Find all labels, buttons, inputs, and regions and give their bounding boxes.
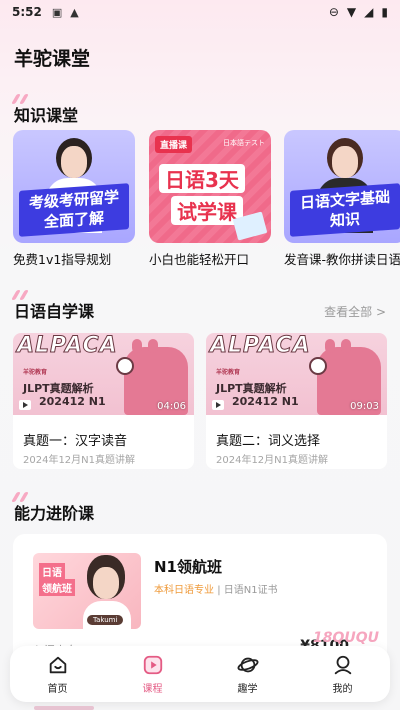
profile-icon bbox=[334, 655, 351, 674]
section-accent-icon bbox=[11, 290, 34, 300]
video-thumbnail[interactable]: ALPACA 羊驼教育 JLPT真题解析 202412 N1 04:06 bbox=[13, 333, 194, 415]
section-accent-icon bbox=[11, 94, 34, 104]
knowledge-card-label[interactable]: 小白也能轻松开口 bbox=[149, 249, 249, 268]
section-title-text: 日语自学课 bbox=[14, 302, 95, 321]
nav-item-course[interactable]: 课程 bbox=[105, 646, 200, 702]
knowledge-card-3[interactable]: 日语文字基础 知识 bbox=[284, 130, 400, 243]
nav-label: 首页 bbox=[47, 683, 68, 695]
nav-label: 课程 bbox=[142, 683, 163, 695]
thumb-text: 领航班 bbox=[39, 579, 75, 596]
warning-icon: ▲ bbox=[70, 5, 79, 19]
card-ribbon: 日语文字基础 知识 bbox=[290, 183, 400, 237]
card-small-text: 日本語テスト bbox=[223, 139, 265, 147]
course-name: N1领航班 bbox=[154, 558, 222, 576]
self-study-card-1[interactable]: ALPACA 羊驼教育 JLPT真题解析 202412 N1 04:06 真题一… bbox=[13, 333, 194, 469]
do-not-disturb-icon: ⊖ bbox=[328, 5, 339, 19]
home-indicator bbox=[34, 706, 94, 710]
thumb-subtitle: 202412 N1 bbox=[39, 395, 106, 408]
knowledge-card-label[interactable]: 发音课-教你拼读日语 bbox=[284, 249, 400, 268]
brand-text: ALPACA bbox=[210, 333, 311, 359]
card-big-text: 日语3天 bbox=[159, 164, 245, 193]
nav-label: 我的 bbox=[332, 683, 353, 695]
nav-label: 趣学 bbox=[237, 683, 258, 695]
planet-icon bbox=[237, 657, 258, 672]
watermark: 18QUQU bbox=[312, 630, 379, 646]
wifi-icon: ▼ bbox=[346, 5, 357, 19]
photo-icon: ▣ bbox=[51, 5, 63, 19]
self-study-card-2[interactable]: ALPACA 羊驼教育 JLPT真题解析 202412 N1 09:03 真题二… bbox=[206, 333, 387, 469]
nav-item-profile[interactable]: 我的 bbox=[295, 646, 390, 702]
logo-text: 羊驼教育 bbox=[23, 369, 48, 376]
course-subtitle: 2024年12月N1真题讲解 bbox=[216, 455, 329, 466]
thumb-text: 日语 bbox=[39, 563, 65, 580]
video-duration: 04:06 bbox=[157, 401, 186, 412]
knowledge-card-1[interactable]: 考级考研留学 全面了解 bbox=[13, 130, 135, 243]
view-all-link[interactable]: 查看全部 > bbox=[324, 303, 386, 320]
course-subtitle: 2024年12月N1真题讲解 bbox=[23, 455, 136, 466]
thumb-subtitle: 202412 N1 bbox=[232, 395, 299, 408]
status-bar: 5:52 ▣ ▲ ⊖ ▼ ◢ ▮ bbox=[0, 0, 400, 24]
play-icon bbox=[143, 655, 162, 674]
bottom-navigation: 首页 课程 趣学 我的 bbox=[10, 646, 390, 702]
section-title-advanced: 能力进阶课 bbox=[11, 492, 95, 524]
knowledge-card-2[interactable]: 直播课 日本語テスト 日语3天 试学课 bbox=[149, 130, 271, 243]
video-duration: 09:03 bbox=[350, 401, 379, 412]
course-title: 真题一：汉字读音 bbox=[23, 434, 128, 449]
thumb-title: JLPT真题解析 bbox=[23, 382, 94, 395]
home-icon bbox=[49, 656, 66, 673]
nav-item-fun[interactable]: 趣学 bbox=[200, 646, 295, 702]
section-title-self-study: 日语自学课 bbox=[11, 290, 95, 322]
section-title-text: 能力进阶课 bbox=[14, 504, 95, 523]
status-time: 5:52 bbox=[12, 5, 42, 19]
card-ribbon: 考级考研留学 全面了解 bbox=[19, 183, 129, 237]
logo-text: 羊驼教育 bbox=[216, 369, 241, 376]
section-title-text: 知识课堂 bbox=[14, 106, 79, 125]
course-title: 真题二：词义选择 bbox=[216, 434, 321, 449]
battery-icon: ▮ bbox=[381, 5, 388, 19]
course-thumbnail: 日语 领航班 Takumi bbox=[33, 553, 141, 629]
live-tag: 直播课 bbox=[155, 136, 193, 153]
section-title-knowledge: 知识课堂 bbox=[11, 94, 79, 126]
play-icon bbox=[212, 400, 224, 410]
signal-icon: ◢ bbox=[364, 5, 374, 19]
course-meta: 本科日语专业 | 日语N1证书 bbox=[154, 581, 278, 596]
app-title: 羊驼课堂 bbox=[14, 48, 91, 70]
section-accent-icon bbox=[11, 492, 34, 502]
course-cert: 日语N1证书 bbox=[223, 585, 278, 596]
teacher-photo bbox=[93, 567, 119, 599]
play-icon bbox=[19, 400, 31, 410]
brand-text: ALPACA bbox=[17, 333, 118, 359]
teacher-name-tag: Takumi bbox=[87, 615, 124, 625]
video-thumbnail[interactable]: ALPACA 羊驼教育 JLPT真题解析 202412 N1 09:03 bbox=[206, 333, 387, 415]
nav-item-home[interactable]: 首页 bbox=[10, 646, 105, 702]
course-major: 本科日语专业 bbox=[154, 585, 214, 596]
knowledge-card-label[interactable]: 免费1v1指导规划 bbox=[13, 249, 111, 268]
thumb-title: JLPT真题解析 bbox=[216, 382, 287, 395]
